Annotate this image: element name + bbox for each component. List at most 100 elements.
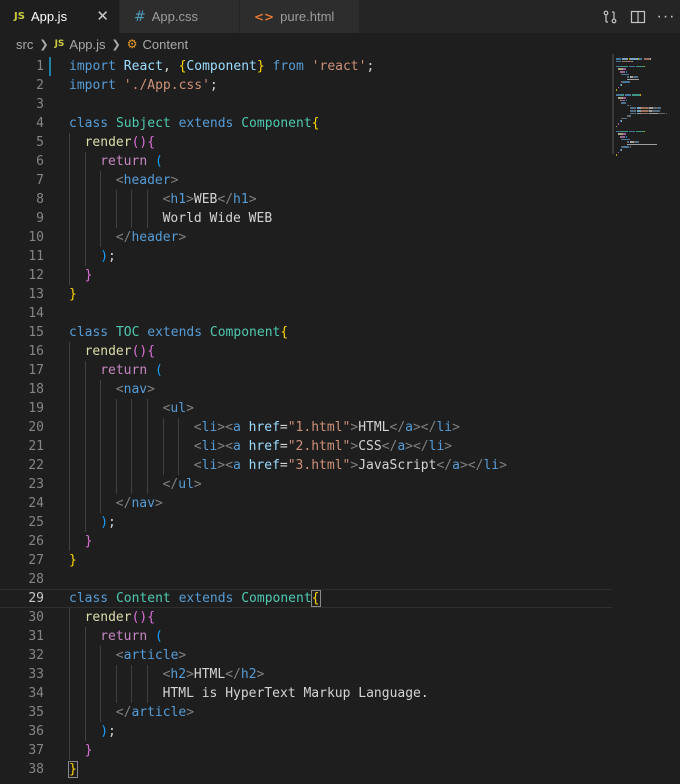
indent-guide <box>84 380 86 399</box>
code-token: './App.css' <box>123 78 210 93</box>
code-line[interactable]: 13} <box>0 285 612 304</box>
code-token: extends <box>178 116 242 131</box>
code-token: Component <box>209 325 281 340</box>
minimap-token <box>650 58 652 60</box>
code-line[interactable]: 15 class TOC extends Component{ <box>0 323 612 342</box>
code-token: > <box>248 192 257 207</box>
code-token: </ <box>115 230 132 245</box>
code-token: Component <box>186 59 257 74</box>
indent-guide <box>162 418 164 437</box>
indent-guide <box>84 171 86 190</box>
tab-app-js[interactable]: JS App.js ✕ <box>0 0 120 33</box>
code-token: "2.html" <box>287 439 351 454</box>
code-line[interactable]: 12} <box>0 266 612 285</box>
code-line[interactable]: 28 <box>0 570 612 589</box>
split-editor-button[interactable] <box>624 0 652 33</box>
code-line[interactable]: 24 </nav> <box>0 494 612 513</box>
open-changes-button[interactable] <box>596 0 624 33</box>
indent-guide <box>84 722 86 741</box>
code-token: , <box>162 59 179 74</box>
code-token: > <box>178 648 187 663</box>
code-line[interactable]: 10 </header> <box>0 228 612 247</box>
code-line[interactable]: 11); <box>0 247 612 266</box>
code-line[interactable]: 33 <h2>HTML</h2> <box>0 665 612 684</box>
css-file-icon: # <box>134 8 146 25</box>
code-token: ) <box>100 724 109 739</box>
code-line[interactable]: 37} <box>0 741 612 760</box>
code-line[interactable]: 5 render(){ <box>0 133 612 152</box>
breadcrumb-folder[interactable]: src <box>16 37 33 52</box>
code-token: HTML <box>358 420 390 435</box>
minimap-token <box>628 81 630 83</box>
code-line[interactable]: 27} <box>0 551 612 570</box>
breadcrumb-symbol[interactable]: Content <box>143 37 189 52</box>
code-line[interactable]: 35 </article> <box>0 703 612 722</box>
code-line[interactable]: 3 <box>0 95 612 114</box>
indent-guide <box>178 456 180 475</box>
line-number: 11 <box>28 249 44 264</box>
tab-pure-html[interactable]: <> pure.html <box>240 0 360 33</box>
code-line[interactable]: 4 class Subject extends Component{ <box>0 114 612 133</box>
code-token: a <box>232 439 249 454</box>
code-token: > <box>444 439 453 454</box>
indent-guide <box>115 684 117 703</box>
code-token: header <box>123 173 171 188</box>
code-token: > <box>186 401 194 416</box>
code-line[interactable]: 30 render(){ <box>0 608 612 627</box>
javascript-file-icon: JS <box>14 11 25 22</box>
code-token: import <box>69 78 124 93</box>
code-line[interactable]: 21 <li><a href="2.html">CSS</a></li> <box>0 437 612 456</box>
indent-guide <box>69 342 70 361</box>
code-token: < <box>115 173 124 188</box>
code-line[interactable]: 14 <box>0 304 612 323</box>
code-line[interactable]: 23 </ul> <box>0 475 612 494</box>
code-line[interactable]: 36); <box>0 722 612 741</box>
git-change-marker[interactable] <box>49 57 51 76</box>
code-line[interactable]: 17 return ( <box>0 361 612 380</box>
minimap[interactable] <box>612 54 680 254</box>
indent-guide <box>69 171 70 190</box>
code-token: extends <box>178 591 242 606</box>
line-number: 28 <box>28 572 44 587</box>
code-line[interactable]: 16 render(){ <box>0 342 612 361</box>
code-line[interactable]: 2 import './App.css'; <box>0 76 612 95</box>
code-editor[interactable]: 1 import React, {Component} from 'react';… <box>0 54 680 784</box>
code-line[interactable]: 34 HTML is HyperText Markup Language. <box>0 684 612 703</box>
code-token: >< <box>217 420 233 435</box>
code-line[interactable]: 6 return ( <box>0 152 612 171</box>
minimap-token <box>632 94 641 96</box>
code-line[interactable]: 38} <box>0 760 612 779</box>
code-token: >< <box>217 439 233 454</box>
code-token: class <box>69 116 116 131</box>
breadcrumb-file[interactable]: App.js <box>69 37 105 52</box>
code-line[interactable]: 18 <nav> <box>0 380 612 399</box>
compare-changes-icon <box>603 10 617 23</box>
indent-guide <box>69 627 70 646</box>
code-line[interactable]: 8 <h1>WEB</h1> <box>0 190 612 209</box>
code-line[interactable]: 25); <box>0 513 612 532</box>
code-token: ; <box>108 249 116 264</box>
code-line[interactable]: 31 return ( <box>0 627 612 646</box>
code-line[interactable]: 32 <article> <box>0 646 612 665</box>
code-line[interactable]: 22 <li><a href="3.html">JavaScript</a></l… <box>0 456 612 475</box>
minimap-token <box>630 115 632 117</box>
indent-guide <box>147 209 148 228</box>
more-actions-button[interactable]: ··· <box>652 0 680 33</box>
minimap-token <box>643 130 645 133</box>
code-line[interactable]: 19 <ul> <box>0 399 612 418</box>
code-line[interactable]: 7 <header> <box>0 171 612 190</box>
line-number: 19 <box>28 401 44 416</box>
close-icon[interactable]: ✕ <box>96 7 109 25</box>
code-line[interactable]: 29 class Content extends Component{ <box>0 589 612 608</box>
code-text: } <box>68 760 78 779</box>
indent-guide <box>131 190 133 209</box>
code-text: class TOC extends Component{ <box>69 323 288 342</box>
code-line[interactable]: 1 import React, {Component} from 'react'; <box>0 57 612 76</box>
code-line[interactable]: 26} <box>0 532 612 551</box>
code-line[interactable]: 20 <li><a href="1.html">HTML</a></li> <box>0 418 612 437</box>
code-token: return <box>100 363 155 378</box>
code-line[interactable]: 9 World Wide WEB <box>0 209 612 228</box>
code-token: = <box>279 458 288 473</box>
tab-app-css[interactable]: # App.css <box>120 0 240 33</box>
indent-guide <box>69 684 70 703</box>
